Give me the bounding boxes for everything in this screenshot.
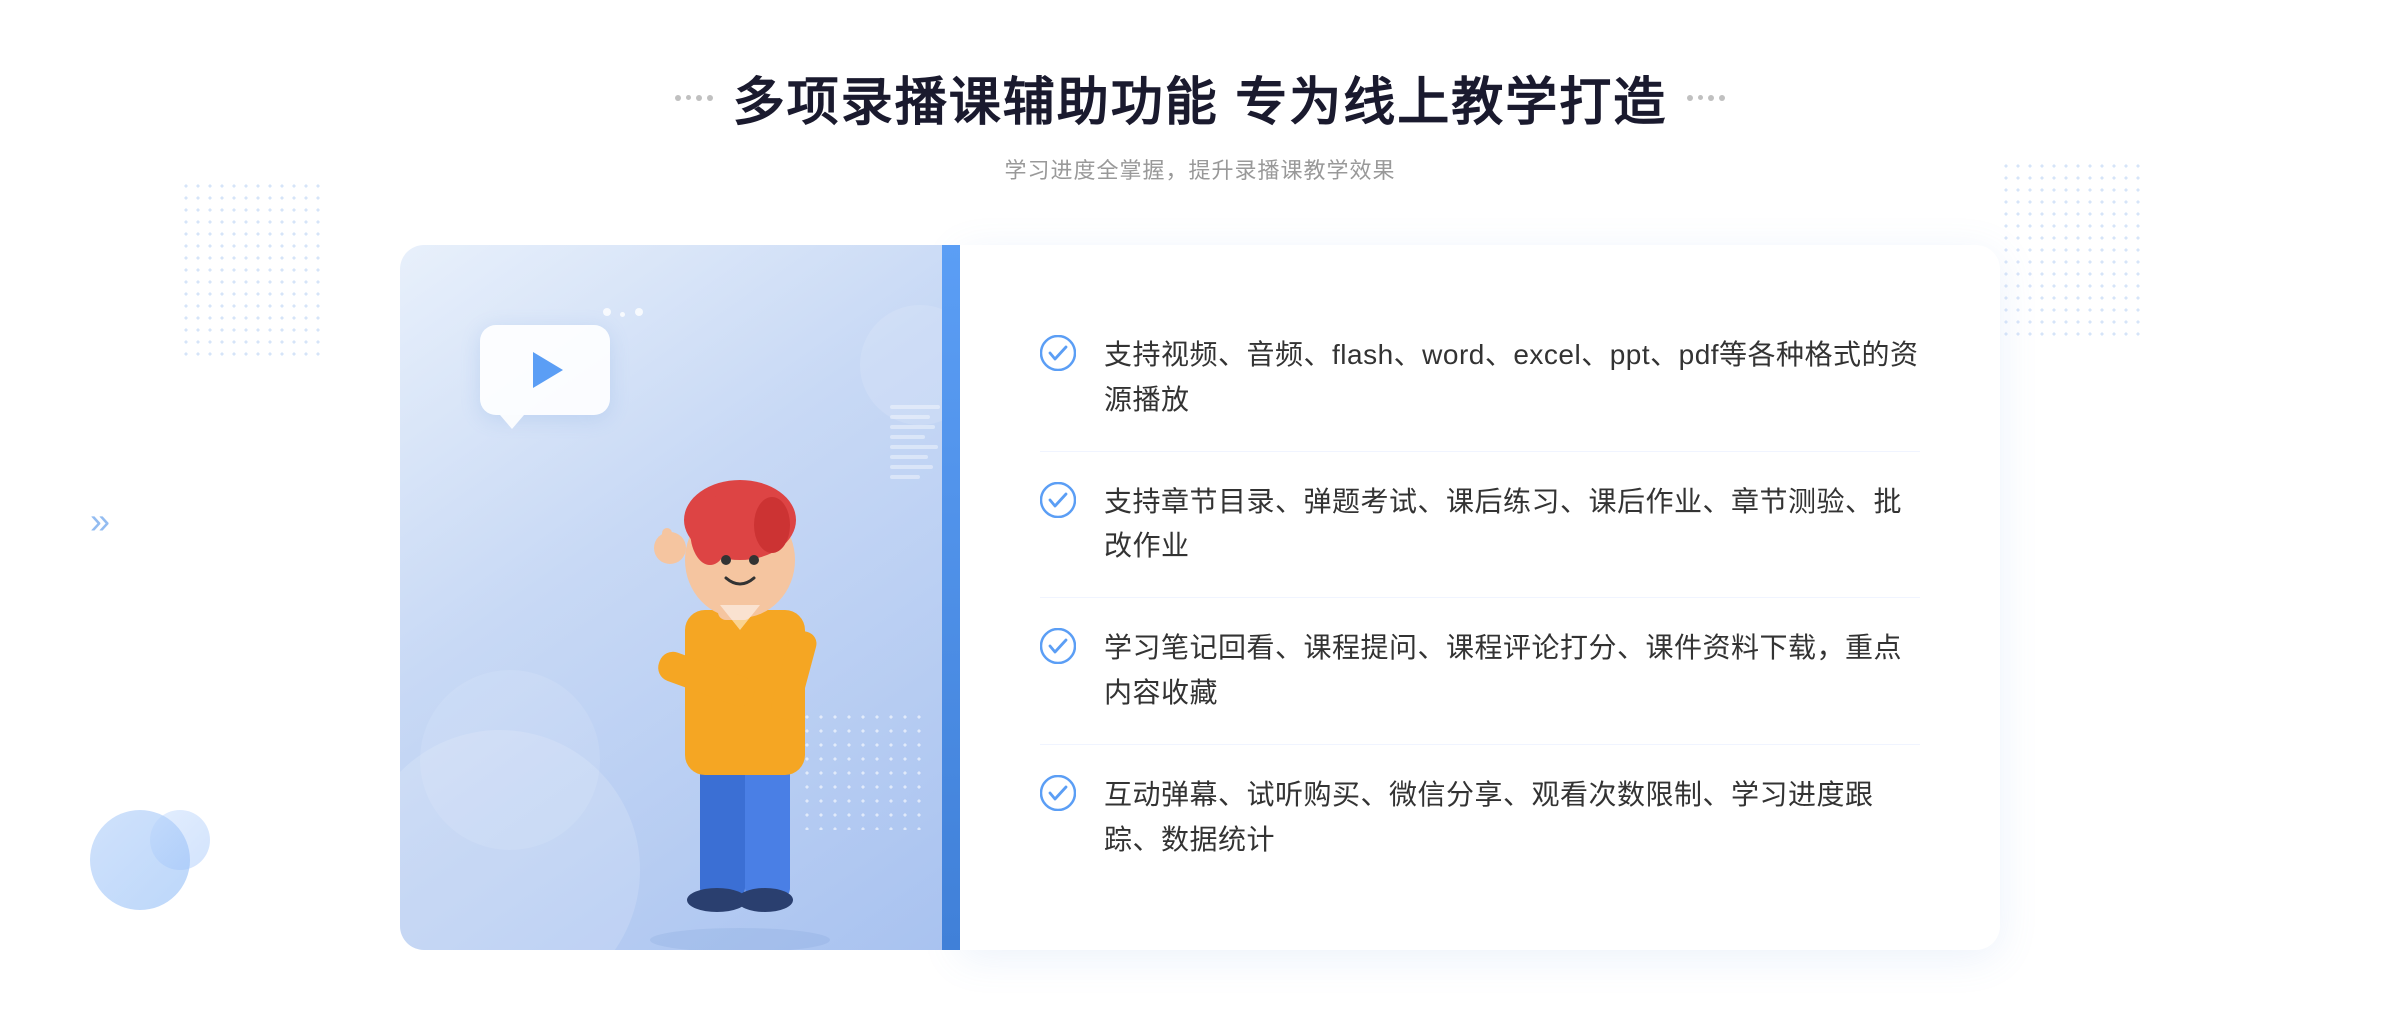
title-row: 多项录播课辅助功能 专为线上教学打造 <box>675 60 1725 135</box>
speech-bubble <box>480 325 610 425</box>
dots-right-decoration <box>2000 160 2140 340</box>
main-title: 多项录播课辅助功能 专为线上教学打造 <box>733 60 1667 135</box>
sparkle-dot-2 <box>620 312 625 317</box>
sparkle-dot-1 <box>603 308 611 316</box>
feature-text-1: 支持视频、音频、flash、word、excel、ppt、pdf等各种格式的资源… <box>1104 333 1920 423</box>
feature-item-4: 互动弹幕、试听购买、微信分享、观看次数限制、学习进度跟踪、数据统计 <box>1040 745 1920 891</box>
check-icon-4 <box>1040 775 1076 811</box>
deco-circle-blue-small <box>150 810 210 870</box>
chevron-left-icon: » <box>90 500 110 542</box>
stripes-decoration <box>890 405 940 525</box>
title-dots-left <box>675 95 713 101</box>
check-icon-2 <box>1040 482 1076 518</box>
play-icon <box>533 352 563 388</box>
subtitle: 学习进度全掌握，提升录播课教学效果 <box>675 153 1725 185</box>
check-icon-1 <box>1040 335 1076 371</box>
feature-text-4: 互动弹幕、试听购买、微信分享、观看次数限制、学习进度跟踪、数据统计 <box>1104 773 1920 863</box>
feature-item-2: 支持章节目录、弹题考试、课后练习、课后作业、章节测验、批改作业 <box>1040 452 1920 599</box>
title-dots-right <box>1687 95 1725 101</box>
feature-item-1: 支持视频、音频、flash、word、excel、ppt、pdf等各种格式的资源… <box>1040 305 1920 452</box>
circle-medium <box>420 670 600 850</box>
page-wrapper: » 多项录播课辅助功能 专为线上教学打造 学习进度全掌握，提升录播课教学效果 <box>0 0 2400 1030</box>
sparkle-decoration <box>600 305 646 324</box>
blue-stripe <box>942 245 960 950</box>
human-figure <box>590 430 890 950</box>
feature-text-2: 支持章节目录、弹题考试、课后练习、课后作业、章节测验、批改作业 <box>1104 480 1920 570</box>
feature-text-3: 学习笔记回看、课程提问、课程评论打分、课件资料下载，重点内容收藏 <box>1104 626 1920 716</box>
header-section: 多项录播课辅助功能 专为线上教学打造 学习进度全掌握，提升录播课教学效果 <box>675 60 1725 185</box>
bubble-tail <box>500 415 524 429</box>
check-icon-3 <box>1040 628 1076 664</box>
feature-item-3: 学习笔记回看、课程提问、课程评论打分、课件资料下载，重点内容收藏 <box>1040 598 1920 745</box>
bubble-body <box>480 325 610 415</box>
main-content: 支持视频、音频、flash、word、excel、ppt、pdf等各种格式的资源… <box>400 245 2000 950</box>
features-card: 支持视频、音频、flash、word、excel、ppt、pdf等各种格式的资源… <box>960 245 2000 950</box>
dots-left-decoration <box>180 180 320 360</box>
sparkle-dot-3 <box>635 308 643 316</box>
illustration-card <box>400 245 960 950</box>
